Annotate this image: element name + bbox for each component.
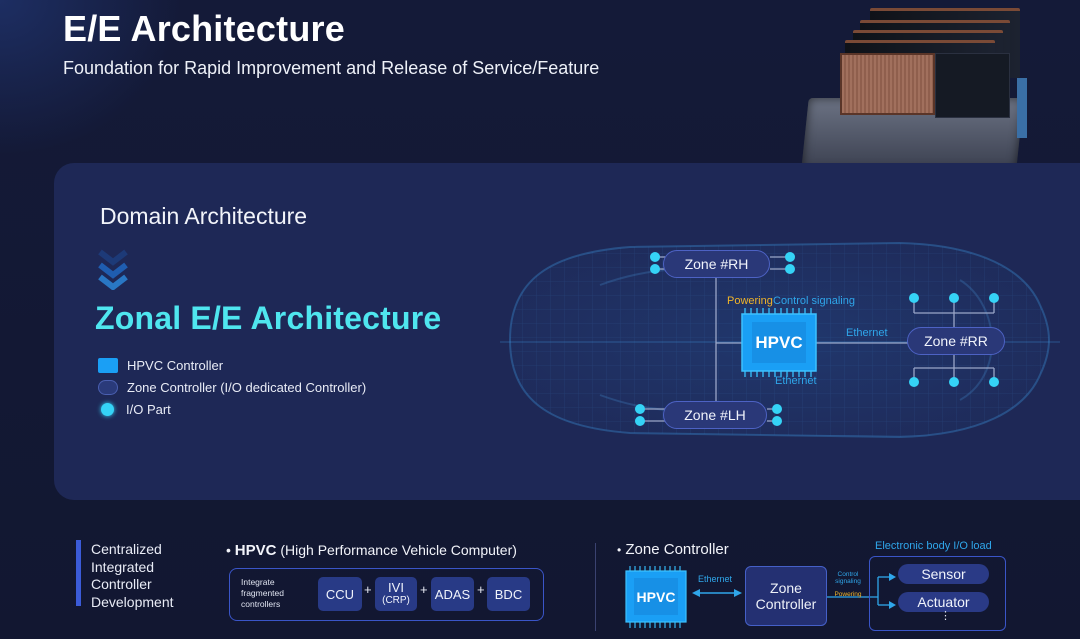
controller-ccu: CCU [318, 577, 362, 611]
io-dot [635, 404, 645, 414]
io-item-sensor: Sensor [898, 564, 989, 584]
double-chevron-down-icon [98, 249, 128, 290]
io-dot [949, 377, 959, 387]
io-dot [989, 377, 999, 387]
io-dot [909, 377, 919, 387]
io-dot [949, 293, 959, 303]
zone-rr: Zone #RR [907, 327, 1005, 355]
integrate-line: Integrate [241, 577, 275, 587]
control-signaling-small-label: Control signaling [834, 571, 862, 585]
zone-controller-swatch-icon [98, 379, 118, 395]
controller-sublabel: (CRP) [382, 595, 410, 606]
legend-item-zone: Zone Controller (I/O dedicated Controlle… [98, 376, 366, 398]
hpvc-hardware-image [795, 8, 1035, 178]
io-dot [989, 293, 999, 303]
io-item-actuator: Actuator [898, 592, 989, 612]
legend-item-hpvc: HPVC Controller [98, 354, 366, 376]
hpvc-heading-bold: HPVC [234, 542, 277, 559]
hpvc-heading-rest: (High Performance Vehicle Computer) [280, 542, 517, 558]
bullet: • [226, 542, 231, 558]
ethernet-bidirectional-arrow-icon [692, 589, 742, 597]
cicd-line: Development [91, 593, 174, 610]
legend-label: HPVC Controller [127, 357, 224, 373]
legend-label: I/O Part [126, 401, 171, 417]
controller-label: CCU [325, 586, 355, 602]
zone-controller-line: Zone [770, 580, 802, 596]
domain-architecture-heading: Domain Architecture [100, 203, 308, 229]
io-dot [772, 404, 782, 414]
legend-item-io: I/O Part [98, 398, 366, 420]
io-load-label: Electronic body I/O load [875, 540, 992, 552]
io-part-dot-icon [101, 402, 114, 416]
ethernet-label-bottom: Ethernet [775, 375, 817, 387]
controller-label: ADAS [434, 586, 471, 602]
control-signaling-label: Control signaling [773, 295, 855, 307]
io-dot [785, 252, 795, 262]
io-dot [909, 293, 919, 303]
plus-sign: + [364, 582, 372, 597]
zone-lh: Zone #LH [663, 401, 767, 429]
zone-controller-box: Zone Controller [745, 566, 827, 626]
page-subtitle: Foundation for Rapid Improvement and Rel… [63, 58, 600, 78]
page-title: E/E Architecture [63, 8, 345, 49]
controller-bdc: BDC [487, 577, 530, 611]
ethernet-label-right: Ethernet [846, 327, 888, 339]
controller-adas: ADAS [431, 577, 474, 611]
powering-label: Powering [727, 295, 773, 307]
section-divider [595, 543, 596, 631]
zone-controller-line: Controller [755, 596, 817, 612]
powering-small-label: Powering [834, 591, 862, 598]
cicd-line: Integrated [91, 558, 155, 575]
controller-label: IVI [388, 580, 404, 595]
bullet: • [617, 543, 622, 557]
cicd-line: Centralized [91, 541, 162, 557]
more-items-indicator: ⋮ [940, 610, 951, 622]
cicd-accent-bar [76, 540, 81, 606]
io-dot [650, 252, 660, 262]
legend-label: Zone Controller (I/O dedicated Controlle… [127, 379, 367, 395]
io-dot [785, 264, 795, 274]
integrate-label: Integrate fragmented controllers [241, 577, 284, 610]
cicd-line: Controller [91, 576, 152, 592]
tiny-line: Control [837, 571, 859, 578]
legend: HPVC Controller Zone Controller (I/O ded… [98, 354, 366, 420]
hardware-connectors [1017, 78, 1027, 138]
hpvc-chip-small-label: HPVC [636, 588, 676, 605]
cicd-text: Centralized Integrated Controller Develo… [91, 541, 174, 611]
hardware-front-board [935, 53, 1010, 118]
hpvc-controller-swatch-icon [98, 357, 118, 373]
tiny-line: signaling [835, 578, 861, 585]
zone-controller-heading-text: Zone Controller [625, 541, 729, 558]
controller-ivi: IVI (CRP) [375, 577, 417, 611]
hardware-heatsink [840, 53, 935, 115]
io-dot [635, 416, 645, 426]
io-dot [772, 416, 782, 426]
plus-sign: + [477, 582, 485, 597]
zonal-architecture-heading: Zonal E/E Architecture [95, 300, 442, 336]
ethernet-label-small: Ethernet [698, 574, 733, 584]
integrate-line: fragmented [241, 588, 284, 598]
zone-rh: Zone #RH [663, 250, 770, 278]
integrate-line: controllers [241, 599, 281, 609]
zone-controller-section-heading: • Zone Controller [617, 541, 729, 558]
hpvc-section-heading: • HPVC (High Performance Vehicle Compute… [226, 542, 517, 559]
plus-sign: + [420, 582, 428, 597]
io-dot [650, 264, 660, 274]
hpvc-chip-label: HPVC [755, 332, 803, 352]
controller-label: BDC [494, 586, 523, 602]
